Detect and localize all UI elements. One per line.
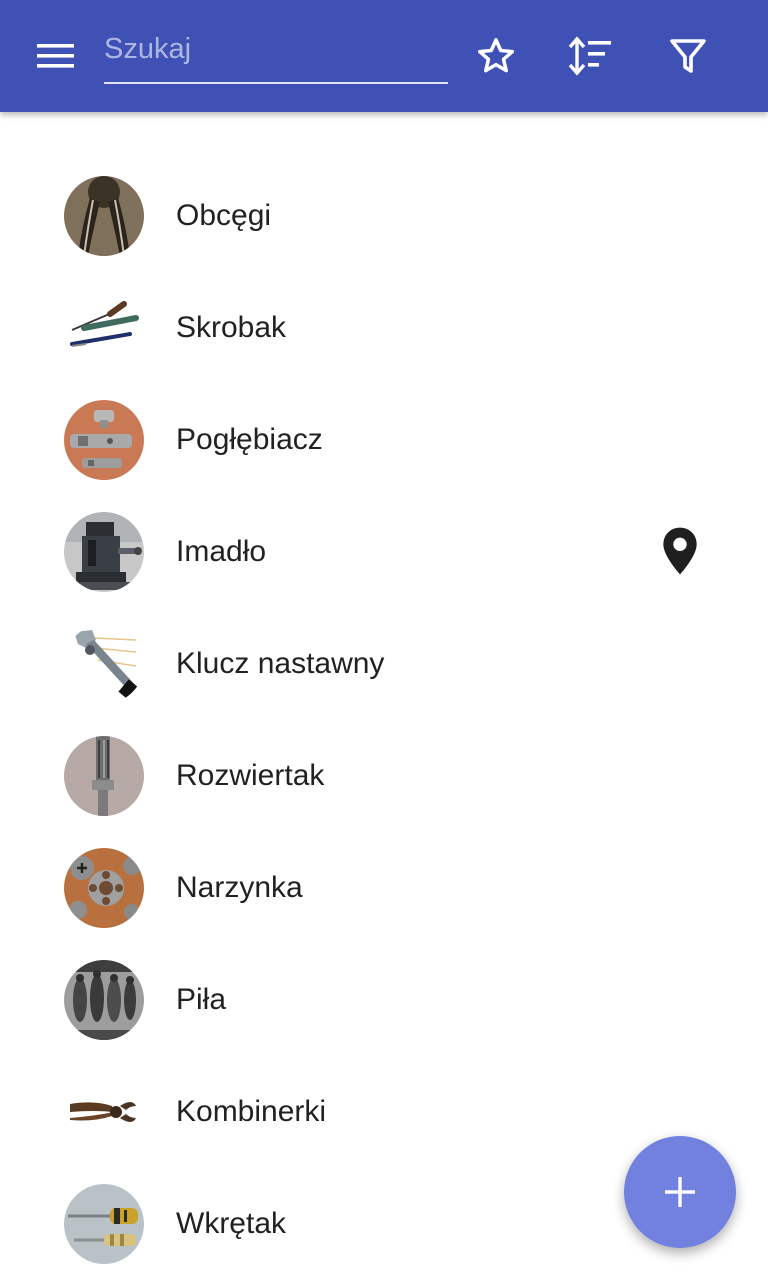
saw-thumbnail xyxy=(64,960,144,1040)
item-label: Piła xyxy=(176,983,227,1016)
tool-list: Obcęgi Skrobak Pogłębiacz Imadło Klucz n… xyxy=(0,160,768,1280)
screwdriver-thumbnail xyxy=(64,1184,144,1264)
list-item[interactable]: Piła xyxy=(0,944,768,1056)
search-input[interactable] xyxy=(104,24,448,74)
countersink-thumbnail xyxy=(64,400,144,480)
sort-icon xyxy=(568,36,611,76)
combination-pliers-thumbnail xyxy=(64,1072,144,1152)
menu-icon xyxy=(37,44,74,68)
die-thumbnail xyxy=(64,848,144,928)
list-item[interactable]: Rozwiertak xyxy=(0,720,768,832)
item-label: Klucz nastawny xyxy=(176,647,385,680)
item-label: Wkrętak xyxy=(176,1207,287,1240)
menu-button[interactable] xyxy=(26,30,86,82)
item-label: Kombinerki xyxy=(176,1095,327,1128)
item-label: Skrobak xyxy=(176,311,287,344)
add-tool-button[interactable] xyxy=(624,1136,736,1248)
item-label: Narzynka xyxy=(176,871,303,904)
list-item[interactable]: Klucz nastawny xyxy=(0,608,768,720)
pincers-thumbnail xyxy=(64,176,144,256)
list-item[interactable]: Skrobak xyxy=(0,272,768,384)
map-pin-icon[interactable] xyxy=(660,526,700,576)
vise-thumbnail xyxy=(64,512,144,592)
item-label: Obcęgi xyxy=(176,199,272,232)
list-item[interactable]: Narzynka xyxy=(0,832,768,944)
list-item[interactable]: Pogłębiacz xyxy=(0,384,768,496)
star-outline-icon xyxy=(477,38,515,73)
adjustable-wrench-thumbnail xyxy=(64,624,144,704)
sort-button[interactable] xyxy=(561,26,621,86)
plus-icon xyxy=(665,1177,695,1207)
filter-icon xyxy=(670,39,706,73)
list-item[interactable]: Obcęgi xyxy=(0,160,768,272)
scraper-thumbnail xyxy=(64,288,144,368)
filter-button[interactable] xyxy=(658,26,718,86)
app-bar xyxy=(0,0,768,112)
list-item[interactable]: Imadło xyxy=(0,496,768,608)
reamer-thumbnail xyxy=(64,736,144,816)
item-label: Pogłębiacz xyxy=(176,423,323,456)
favorites-button[interactable] xyxy=(466,26,526,86)
item-label: Rozwiertak xyxy=(176,759,325,792)
item-label: Imadło xyxy=(176,535,267,568)
search-field xyxy=(104,24,448,84)
